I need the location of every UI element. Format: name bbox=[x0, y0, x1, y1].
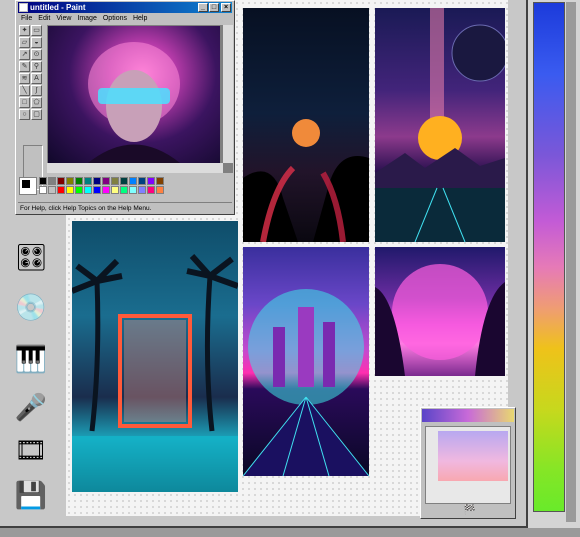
color-swatch[interactable] bbox=[156, 177, 164, 185]
close-button[interactable]: × bbox=[221, 3, 231, 12]
fill-tool-icon[interactable]: ◒ bbox=[31, 37, 42, 48]
pencil-tool-icon[interactable]: ✎ bbox=[19, 61, 30, 72]
color-swatch[interactable] bbox=[57, 186, 65, 194]
menu-image[interactable]: Image bbox=[77, 15, 96, 22]
color-swatch[interactable] bbox=[129, 186, 137, 194]
mini-titlebar bbox=[422, 409, 514, 422]
microphone-icon[interactable]: 🎤 bbox=[14, 390, 48, 424]
status-text: For Help, click Help Topics on the Help … bbox=[20, 205, 152, 212]
menu-options[interactable]: Options bbox=[103, 15, 127, 22]
color-swatch[interactable] bbox=[84, 186, 92, 194]
disk-icon[interactable]: 💾 bbox=[14, 478, 48, 512]
windows-media-icon[interactable]: 🎞 bbox=[14, 433, 48, 467]
mini-preview-image bbox=[438, 431, 508, 481]
color-swatch[interactable] bbox=[93, 186, 101, 194]
color-swatch[interactable] bbox=[75, 186, 83, 194]
color-swatch[interactable] bbox=[39, 186, 47, 194]
toolbox: ✦ ▭ ▱ ◒ ↗ ⊙ ✎ ⚲ ≋ A ╲ ∫ □ ⬠ ○ ▢ bbox=[19, 25, 45, 190]
cyberpunk-girl-canvas-image[interactable] bbox=[48, 26, 220, 163]
neon-city-tile[interactable] bbox=[243, 247, 369, 476]
color-swatch[interactable] bbox=[147, 186, 155, 194]
color-swatch[interactable] bbox=[147, 177, 155, 185]
neon-palms-beach-tile[interactable] bbox=[72, 221, 238, 492]
mini-body bbox=[425, 426, 511, 504]
minimize-button[interactable]: _ bbox=[198, 3, 208, 12]
palm-sunset-tile[interactable] bbox=[243, 8, 369, 242]
line-tool-icon[interactable]: ╲ bbox=[19, 85, 30, 96]
airbrush-tool-icon[interactable]: ≋ bbox=[19, 73, 30, 84]
color-swatch[interactable] bbox=[156, 186, 164, 194]
color-swatch[interactable] bbox=[84, 177, 92, 185]
music-cd-icon[interactable]: 💿 bbox=[14, 290, 48, 324]
screen: 🎛 💿 🎹 🎤 🎞 💾 🏁 untitled - Paint _ □ × Fil… bbox=[0, 0, 580, 537]
color-swatch[interactable] bbox=[66, 177, 74, 185]
polygon-tool-icon[interactable]: ⬠ bbox=[31, 97, 42, 108]
color-swatch[interactable] bbox=[120, 186, 128, 194]
menubar: File Edit View Image Options Help bbox=[18, 14, 232, 24]
color-swatch[interactable] bbox=[48, 186, 56, 194]
color-swatch[interactable] bbox=[138, 177, 146, 185]
color-palette bbox=[19, 177, 164, 197]
color-swatch[interactable] bbox=[39, 177, 47, 185]
horizontal-scrollbar[interactable] bbox=[47, 163, 223, 173]
windows-flag-icon[interactable]: 🏁 bbox=[463, 505, 475, 517]
color-swatch[interactable] bbox=[111, 177, 119, 185]
status-bar: For Help, click Help Topics on the Help … bbox=[18, 202, 232, 213]
color-swatch[interactable] bbox=[111, 186, 119, 194]
curve-tool-icon[interactable]: ∫ bbox=[31, 85, 42, 96]
ellipse-tool-icon[interactable]: ○ bbox=[19, 109, 30, 120]
foreground-color bbox=[22, 180, 30, 188]
menu-edit[interactable]: Edit bbox=[38, 15, 50, 22]
rectangle-tool-icon[interactable]: □ bbox=[19, 97, 30, 108]
current-colors[interactable] bbox=[19, 177, 37, 195]
color-swatch[interactable] bbox=[120, 177, 128, 185]
color-swatch[interactable] bbox=[66, 186, 74, 194]
color-swatch[interactable] bbox=[102, 177, 110, 185]
cd-player-icon[interactable]: 🎛 bbox=[14, 240, 48, 274]
paint-window[interactable]: untitled - Paint _ □ × File Edit View Image… bbox=[15, 0, 235, 215]
magnifier-tool-icon[interactable]: ⊙ bbox=[31, 49, 42, 60]
free-select-tool-icon[interactable]: ✦ bbox=[19, 25, 30, 36]
keyboard-icon[interactable]: 🎹 bbox=[14, 342, 48, 376]
mini-preview-window[interactable]: 🏁 bbox=[420, 407, 516, 519]
color-swatch[interactable] bbox=[102, 186, 110, 194]
purple-sunset-palms-tile[interactable] bbox=[375, 247, 505, 376]
paint-titlebar[interactable]: untitled - Paint _ □ × bbox=[18, 2, 232, 13]
text-tool-icon[interactable]: A bbox=[31, 73, 42, 84]
paint-app-icon bbox=[19, 3, 28, 12]
menu-file[interactable]: File bbox=[21, 15, 32, 22]
color-gradient-bar[interactable] bbox=[533, 2, 565, 512]
brush-tool-icon[interactable]: ⚲ bbox=[31, 61, 42, 72]
bar-shadow bbox=[566, 2, 576, 522]
rounded-rect-tool-icon[interactable]: ▢ bbox=[31, 109, 42, 120]
bottom-shadow bbox=[0, 528, 580, 537]
menu-view[interactable]: View bbox=[56, 15, 71, 22]
color-swatch[interactable] bbox=[129, 177, 137, 185]
window-title: untitled - Paint bbox=[30, 3, 86, 12]
pick-color-tool-icon[interactable]: ↗ bbox=[19, 49, 30, 60]
color-swatch[interactable] bbox=[48, 177, 56, 185]
select-tool-icon[interactable]: ▭ bbox=[31, 25, 42, 36]
maximize-button[interactable]: □ bbox=[209, 3, 219, 12]
retro-sun-grid-tile[interactable] bbox=[375, 8, 505, 242]
color-swatch[interactable] bbox=[93, 177, 101, 185]
color-swatch[interactable] bbox=[138, 186, 146, 194]
color-swatch[interactable] bbox=[57, 177, 65, 185]
canvas-area bbox=[47, 25, 233, 173]
eraser-tool-icon[interactable]: ▱ bbox=[19, 37, 30, 48]
vertical-scrollbar[interactable] bbox=[223, 25, 233, 163]
color-swatch[interactable] bbox=[75, 177, 83, 185]
menu-help[interactable]: Help bbox=[133, 15, 147, 22]
